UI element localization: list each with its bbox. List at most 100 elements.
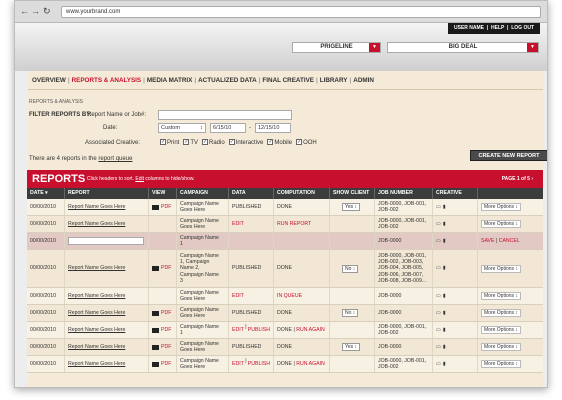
report-name-link[interactable]: Report Name Goes Here: [68, 310, 125, 316]
report-name-link[interactable]: Report Name Goes Here: [68, 265, 125, 271]
tab-admin[interactable]: ADMIN: [353, 75, 374, 87]
table-cell: 00/00/2010: [27, 339, 65, 355]
create-new-report-button[interactable]: CREATE NEW REPORT: [470, 150, 547, 161]
checkbox-tv[interactable]: ✓ TV: [183, 138, 198, 148]
computation-status: DONE: [277, 309, 292, 316]
pdf-link[interactable]: PDF: [161, 344, 171, 350]
report-name-link[interactable]: Report Name Goes Here: [68, 361, 125, 367]
url-bar[interactable]: www.yourbrand.com: [61, 6, 541, 18]
show-client-select[interactable]: No ↕: [342, 264, 359, 273]
table-cell: PDF: [149, 356, 177, 372]
column-header-creative[interactable]: CREATIVE: [433, 188, 478, 199]
column-header-data[interactable]: DATA: [229, 188, 274, 199]
run-again-link[interactable]: RUN AGAIN: [296, 327, 325, 333]
tab-reports-analysis[interactable]: REPORTS & ANALYSIS: [72, 75, 142, 87]
more-options-select[interactable]: More Options ↕: [481, 264, 521, 273]
row-date: 00/00/2010: [30, 220, 56, 227]
pdf-link[interactable]: PDF: [161, 204, 171, 210]
report-name-link[interactable]: Report Name Goes Here: [68, 221, 125, 227]
checkbox-ooh[interactable]: ✓ OOH: [296, 138, 317, 148]
creative-checkboxes: ✓ Print ✓ TV ✓ Radio ✓ Interactive ✓ Mobile ✓ OOH: [160, 138, 321, 148]
brand-select[interactable]: PRIGELINE ▼: [292, 42, 381, 53]
checkbox-radio[interactable]: ✓ Radio: [202, 138, 225, 148]
forward-arrow-icon[interactable]: →: [31, 7, 40, 16]
pagination[interactable]: PAGE 1 of 5 ›: [502, 175, 533, 183]
tab-library[interactable]: LIBRARY: [320, 75, 348, 87]
tab-overview[interactable]: OVERVIEW: [32, 75, 66, 87]
job-number: JOB-0000, JOB-001, JOB-002: [378, 357, 427, 370]
table-cell: PDF: [149, 250, 177, 287]
show-client-select[interactable]: Yes ↕: [342, 343, 361, 351]
edit-link[interactable]: EDIT: [232, 327, 244, 333]
tab-actualized-data[interactable]: ACTUALIZED DATA: [198, 75, 257, 87]
edit-link[interactable]: EDIT: [232, 361, 244, 367]
column-header-campaign[interactable]: CAMPAIGN: [177, 188, 229, 199]
computation-action[interactable]: RUN REPORT: [277, 221, 311, 227]
creative-tv-icon: ▭: [436, 360, 441, 367]
creative-tv-icon: ▭: [436, 292, 441, 299]
date-from-input[interactable]: 6/15/10: [210, 123, 246, 133]
more-options-select[interactable]: More Options ↕: [481, 220, 521, 228]
checkbox-label: Interactive: [235, 140, 264, 146]
report-name-input[interactable]: [158, 110, 292, 120]
table-cell: ▭ ▮: [433, 233, 478, 249]
more-options-select[interactable]: More Options ↕: [481, 326, 521, 334]
more-options-select[interactable]: More Options ↕: [481, 203, 521, 211]
breadcrumb: REPORTS & ANALYSIS: [29, 99, 84, 105]
column-header-date[interactable]: DATE ▾: [27, 188, 65, 199]
checkbox-print[interactable]: ✓ Print: [160, 138, 179, 148]
date-to-input[interactable]: 12/15/10: [255, 123, 291, 133]
table-cell: Report Name Goes Here: [65, 199, 149, 215]
creative-mobile-icon: ▮: [442, 309, 446, 316]
pdf-link[interactable]: PDF: [161, 310, 171, 316]
tab-final-creative[interactable]: FINAL CREATIVE: [262, 75, 314, 87]
pdf-link[interactable]: PDF: [161, 361, 171, 367]
report-queue-link[interactable]: report queue: [98, 156, 132, 162]
report-name-link[interactable]: Report Name Goes Here: [68, 204, 125, 210]
edit-link[interactable]: EDIT: [232, 293, 244, 299]
save-link[interactable]: SAVE: [481, 238, 494, 244]
edit-link[interactable]: EDIT: [232, 221, 244, 227]
campaign-name: Campaign Name 1: [180, 234, 219, 247]
table-cell: EDIT: [229, 288, 274, 304]
report-name-edit-input[interactable]: [68, 237, 144, 245]
user-name-link[interactable]: USER NAME: [454, 25, 484, 31]
column-header-computation[interactable]: COMPUTATION: [274, 188, 330, 199]
row-date: 00/00/2010: [30, 309, 56, 316]
logout-link[interactable]: LOG OUT: [511, 25, 534, 31]
more-options-select[interactable]: More Options ↕: [481, 343, 521, 351]
edit-columns-link[interactable]: Edit: [135, 176, 144, 182]
report-name-link[interactable]: Report Name Goes Here: [68, 293, 125, 299]
table-cell: JOB-0000: [375, 305, 433, 321]
report-name-link[interactable]: Report Name Goes Here: [68, 344, 125, 350]
show-client-select[interactable]: Yes ↕: [342, 203, 361, 211]
show-client-select[interactable]: No ↕: [342, 309, 359, 317]
more-options-select[interactable]: More Options ↕: [481, 309, 521, 317]
column-header-show-client[interactable]: SHOW CLIENT: [330, 188, 375, 199]
checkbox-checked-icon: ✓: [228, 139, 235, 146]
table-cell: ▭ ▮: [433, 356, 478, 372]
column-header-job-number[interactable]: JOB NUMBER: [375, 188, 433, 199]
pdf-link[interactable]: PDF: [161, 265, 171, 271]
tab-media-matrix[interactable]: MEDIA MATRIX: [147, 75, 192, 87]
date-mode-select[interactable]: Custom ↕: [158, 123, 206, 133]
publish-link[interactable]: PUBLISH: [248, 361, 270, 367]
report-name-link[interactable]: Report Name Goes Here: [68, 327, 125, 333]
more-options-select[interactable]: More Options ↕: [481, 292, 521, 300]
pdf-link[interactable]: PDF: [161, 327, 171, 333]
deal-select[interactable]: BIG DEAL ▼: [387, 42, 539, 53]
checkbox-interactive[interactable]: ✓ Interactive: [228, 138, 264, 148]
publish-link[interactable]: PUBLISH: [248, 327, 270, 333]
creative-mobile-icon: ▮: [442, 237, 446, 244]
checkbox-mobile[interactable]: ✓ Mobile: [267, 138, 292, 148]
computation-action[interactable]: IN QUEUE: [277, 293, 302, 299]
run-again-link[interactable]: RUN AGAIN: [296, 361, 325, 367]
reload-icon[interactable]: ↻: [43, 7, 51, 16]
column-header-report[interactable]: REPORT: [65, 188, 149, 199]
checkbox-checked-icon: ✓: [267, 139, 274, 146]
back-arrow-icon[interactable]: ←: [20, 7, 29, 16]
more-options-select[interactable]: More Options ↕: [481, 360, 521, 368]
cancel-link[interactable]: CANCEL: [499, 238, 520, 244]
help-link[interactable]: HELP: [491, 25, 504, 31]
column-header-view[interactable]: VIEW: [149, 188, 177, 199]
